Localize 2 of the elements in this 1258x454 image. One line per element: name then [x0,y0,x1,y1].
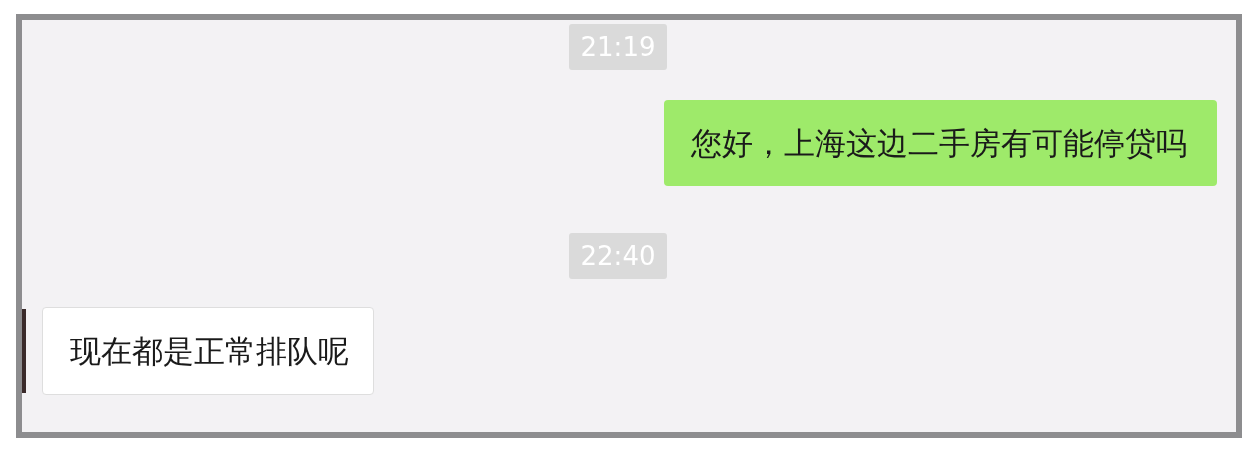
sent-message-bubble: 您好，上海这边二手房有可能停贷吗 [664,100,1217,186]
received-message-bubble: 现在都是正常排队呢 [42,307,374,395]
